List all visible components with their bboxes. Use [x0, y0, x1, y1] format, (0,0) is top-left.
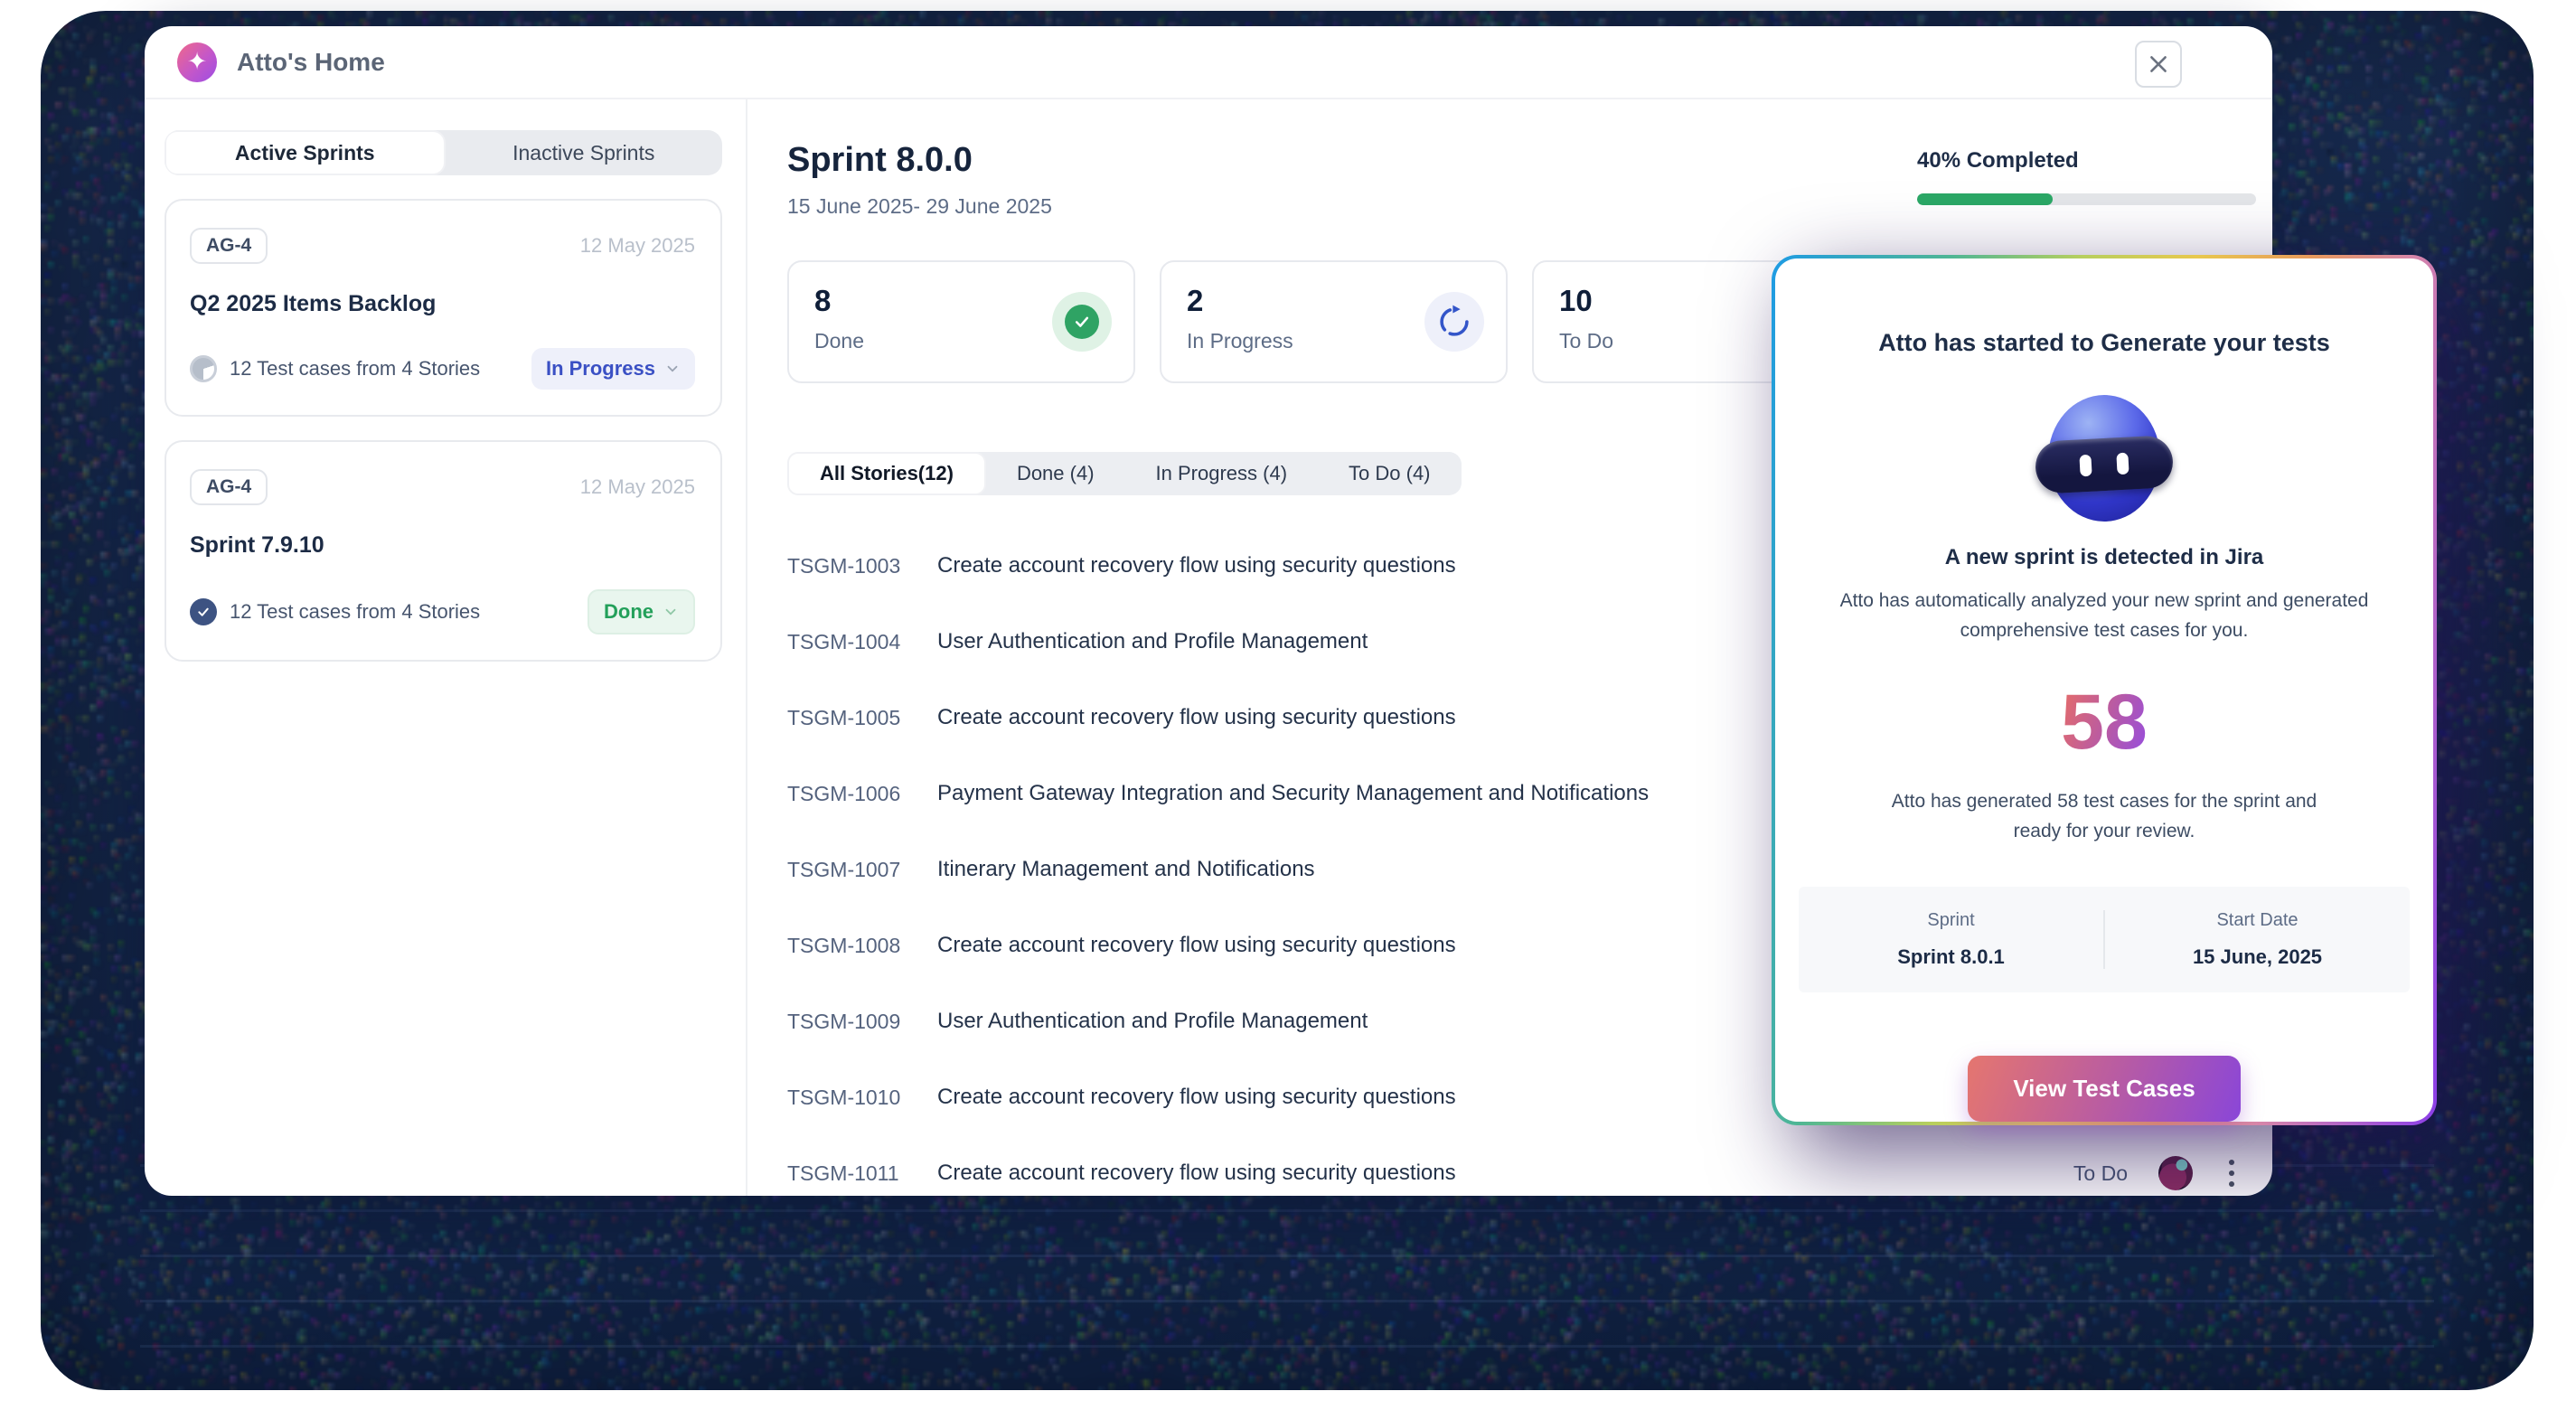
window-title: Atto's Home — [237, 48, 385, 77]
done-check-icon — [1052, 292, 1112, 352]
stat-card-done: 8 Done — [787, 260, 1135, 383]
sprint-tabs: Active Sprints Inactive Sprints — [165, 130, 722, 175]
kebab-menu-icon[interactable] — [2223, 1154, 2240, 1192]
story-status: To Do — [2073, 1161, 2128, 1186]
status-dropdown[interactable]: In Progress — [531, 348, 695, 390]
modal-subtitle: A new sprint is detected in Jira — [1945, 545, 2264, 570]
sprint-card-meta: 12 Test cases from 4 Stories — [230, 357, 531, 381]
status-label: Done — [604, 600, 653, 624]
progress-bar — [1917, 193, 2256, 205]
story-title: Create account recovery flow using secur… — [937, 1161, 1456, 1186]
tab-todo[interactable]: To Do (4) — [1318, 452, 1461, 495]
close-icon[interactable] — [2135, 41, 2182, 88]
sprint-date: 12 May 2025 — [580, 475, 695, 499]
stage: ✦ Atto's Home Active Sprints Inactive Sp… — [0, 0, 2576, 1410]
info-value: 15 June, 2025 — [2105, 945, 2410, 969]
story-row[interactable]: TSGM-1011 Create account recovery flow u… — [787, 1135, 2263, 1211]
tab-all-stories[interactable]: All Stories(12) — [787, 452, 986, 495]
pie-chart-icon — [190, 355, 217, 382]
sprint-card[interactable]: AG-4 12 May 2025 Sprint 7.9.10 12 Test c… — [165, 440, 722, 662]
story-id: TSGM-1004 — [787, 630, 925, 654]
status-dropdown[interactable]: Done — [588, 589, 695, 634]
progress-label: 40% Completed — [1917, 148, 2256, 174]
view-test-cases-button[interactable]: View Test Cases — [1968, 1056, 2241, 1122]
info-label: Sprint — [1799, 910, 2103, 931]
sprint-key-badge: AG-4 — [190, 228, 268, 264]
atto-generation-modal: Atto has started to Generate your tests … — [1772, 255, 2437, 1125]
refresh-icon — [1424, 292, 1484, 352]
story-title: Create account recovery flow using secur… — [937, 1085, 1456, 1110]
modal-description: Atto has automatically analyzed your new… — [1824, 587, 2384, 645]
status-label: In Progress — [546, 357, 655, 381]
story-id: TSGM-1007 — [787, 858, 925, 882]
tab-in-progress[interactable]: In Progress (4) — [1125, 452, 1319, 495]
chevron-down-icon — [663, 604, 679, 620]
sprint-header: Sprint 8.0.0 15 June 2025- 29 June 2025 — [787, 141, 1052, 219]
story-title: Payment Gateway Integration and Security… — [937, 781, 1649, 806]
info-value: Sprint 8.0.1 — [1799, 945, 2103, 969]
story-title: Itinerary Management and Notifications — [937, 857, 1315, 882]
story-title: User Authentication and Profile Manageme… — [937, 1009, 1368, 1034]
tab-inactive-sprints[interactable]: Inactive Sprints — [446, 130, 723, 175]
story-id: TSGM-1006 — [787, 782, 925, 806]
sprint-card-title: Sprint 7.9.10 — [190, 532, 695, 559]
sprint-date-range: 15 June 2025- 29 June 2025 — [787, 194, 1052, 219]
story-title: Create account recovery flow using secur… — [937, 553, 1456, 578]
story-title: Create account recovery flow using secur… — [937, 705, 1456, 730]
tab-done[interactable]: Done (4) — [986, 452, 1125, 495]
atto-sparkle-icon: ✦ — [177, 42, 217, 82]
sprint-card-title: Q2 2025 Items Backlog — [190, 291, 695, 317]
story-title: User Authentication and Profile Manageme… — [937, 629, 1368, 654]
story-trailing: To Do — [2073, 1154, 2240, 1192]
test-case-count: 58 — [2061, 678, 2148, 767]
completion-progress: 40% Completed — [1917, 148, 2256, 205]
sprint-info-strip: Sprint Sprint 8.0.1 Start Date 15 June, … — [1799, 887, 2410, 992]
sidebar: Active Sprints Inactive Sprints AG-4 12 … — [145, 99, 747, 1196]
story-title: Create account recovery flow using secur… — [937, 933, 1456, 958]
modal-title: Atto has started to Generate your tests — [1878, 329, 2330, 357]
progress-fill — [1917, 193, 2053, 205]
atto-robot-icon — [2043, 395, 2166, 505]
stat-card-in-progress: 2 In Progress — [1160, 260, 1508, 383]
page-title: Sprint 8.0.0 — [787, 141, 1052, 180]
check-circle-icon — [190, 598, 217, 625]
story-id: TSGM-1009 — [787, 1010, 925, 1034]
sprint-card-meta: 12 Test cases from 4 Stories — [230, 600, 588, 624]
story-id: TSGM-1005 — [787, 706, 925, 730]
story-id: TSGM-1008 — [787, 934, 925, 958]
window-header: ✦ Atto's Home — [145, 26, 2272, 99]
story-id: TSGM-1010 — [787, 1086, 925, 1110]
chevron-down-icon — [664, 361, 681, 377]
sprint-card[interactable]: AG-4 12 May 2025 Q2 2025 Items Backlog 1… — [165, 199, 722, 417]
sprint-key-badge: AG-4 — [190, 469, 268, 505]
info-start-date: Start Date 15 June, 2025 — [2103, 910, 2410, 969]
sprint-date: 12 May 2025 — [580, 234, 695, 258]
tab-active-sprints[interactable]: Active Sprints — [165, 130, 446, 175]
count-caption: Atto has generated 58 test cases for the… — [1869, 787, 2339, 846]
assignee-avatar[interactable] — [2158, 1156, 2193, 1190]
info-sprint: Sprint Sprint 8.0.1 — [1799, 910, 2103, 969]
story-id: TSGM-1011 — [787, 1161, 925, 1186]
story-id: TSGM-1003 — [787, 554, 925, 578]
story-filter-tabs: All Stories(12) Done (4) In Progress (4)… — [787, 452, 1462, 495]
info-label: Start Date — [2105, 910, 2410, 931]
